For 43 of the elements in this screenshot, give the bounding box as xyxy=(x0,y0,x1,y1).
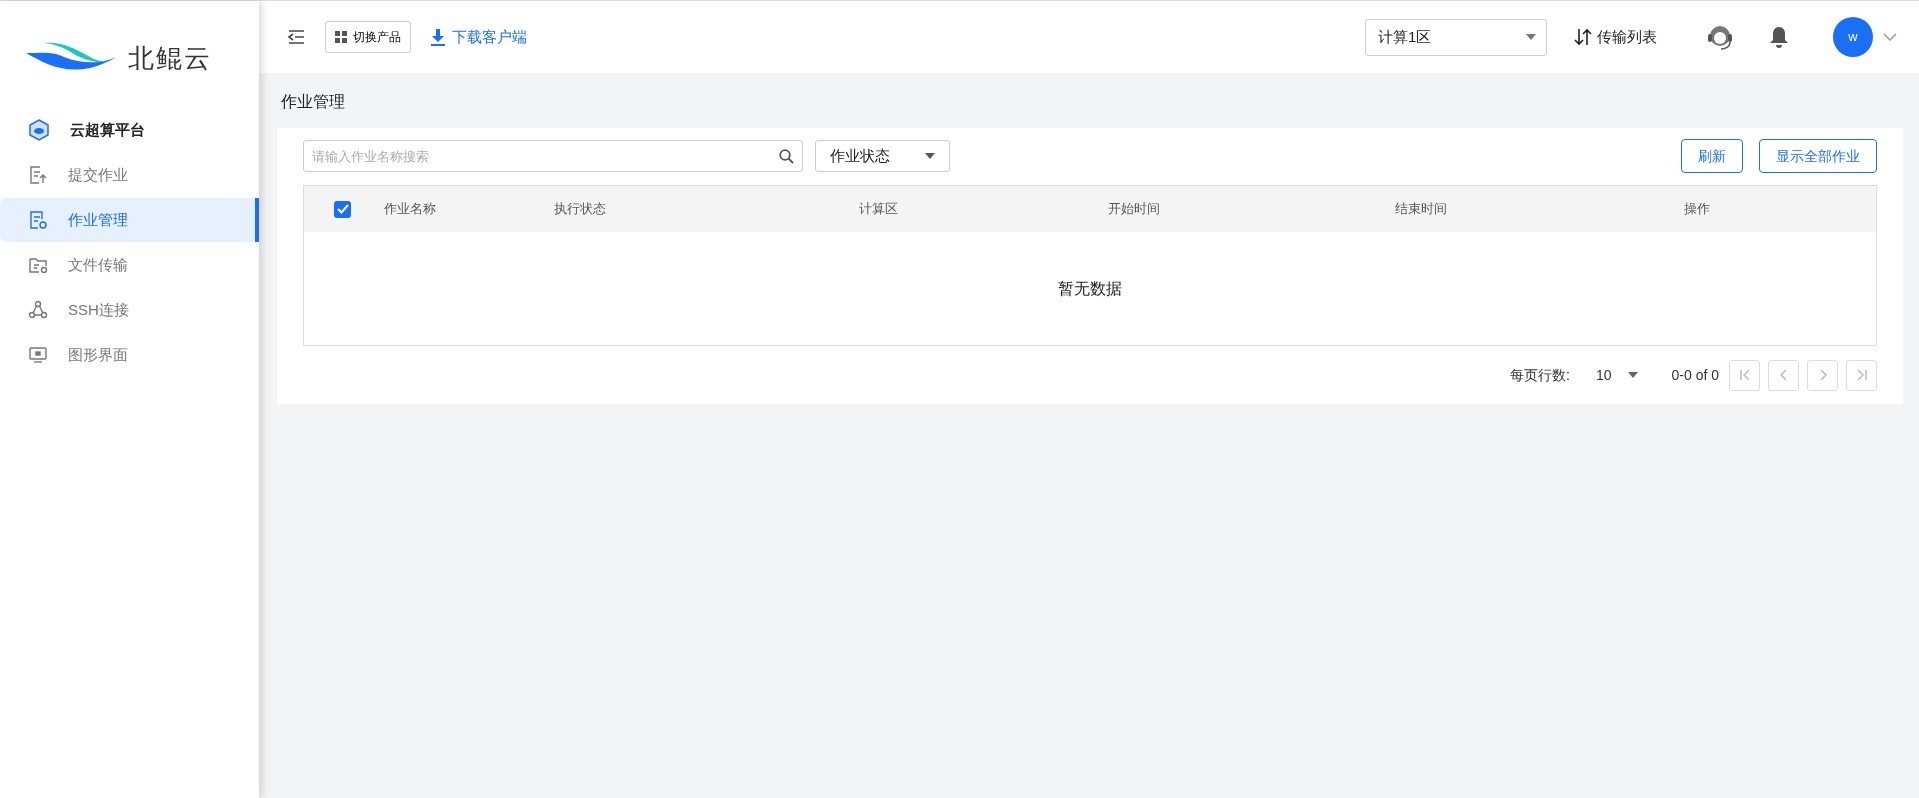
search-field[interactable]: 请输入作业名称搜索 xyxy=(303,140,803,172)
dropdown-caret-icon xyxy=(1627,372,1638,378)
page-range: 0-0 of 0 xyxy=(1671,365,1719,385)
menu-collapse-icon[interactable] xyxy=(287,29,305,45)
column-header: 开始时间 xyxy=(1108,201,1160,217)
column-header: 计算区 xyxy=(859,201,898,217)
network-nodes-icon xyxy=(28,300,48,320)
status-filter-select[interactable]: 作业状态 xyxy=(815,140,950,172)
switch-product-button[interactable]: 切换产品 xyxy=(325,21,411,53)
sidebar-item[interactable]: 提交作业 xyxy=(0,153,259,197)
rows-per-page-label: 每页行数: xyxy=(1510,365,1570,385)
column-header: 结束时间 xyxy=(1395,201,1447,217)
show-all-jobs-button[interactable]: 显示全部作业 xyxy=(1759,139,1877,173)
dropdown-caret-icon xyxy=(925,153,935,159)
document-upload-icon xyxy=(28,165,48,185)
search-icon[interactable] xyxy=(779,149,794,164)
chevron-down-icon[interactable] xyxy=(1883,33,1897,41)
user-avatar[interactable]: w xyxy=(1833,17,1873,57)
up-down-arrows-icon xyxy=(1573,28,1593,46)
sidebar-item[interactable]: SSH连接 xyxy=(0,288,259,332)
refresh-button[interactable]: 刷新 xyxy=(1681,139,1743,173)
download-client-link[interactable]: 下载客户端 xyxy=(431,25,527,49)
page-title: 作业管理 xyxy=(281,93,345,110)
monitor-icon xyxy=(28,345,48,365)
column-header: 操作 xyxy=(1684,201,1710,217)
dropdown-caret-icon xyxy=(1526,34,1536,40)
transfer-list-button[interactable]: 传输列表 xyxy=(1567,24,1663,50)
rows-per-page-select[interactable]: 10 xyxy=(1595,364,1638,386)
column-header: 执行状态 xyxy=(554,201,606,217)
folder-icon xyxy=(28,255,48,275)
brand-name: 北鲲云 xyxy=(128,41,212,75)
bell-icon[interactable] xyxy=(1769,26,1789,48)
empty-message: 暂无数据 xyxy=(1058,278,1122,299)
headset-icon[interactable] xyxy=(1707,23,1733,51)
region-select[interactable]: 计算1区 xyxy=(1365,18,1547,56)
download-icon xyxy=(431,28,445,46)
sidebar-item[interactable]: 云超算平台 xyxy=(0,108,259,152)
grid-icon xyxy=(335,31,347,43)
column-header: 作业名称 xyxy=(384,201,436,217)
sidebar-item[interactable]: 文件传输 xyxy=(0,243,259,287)
select-all-checkbox[interactable] xyxy=(334,200,351,218)
sidebar-item[interactable]: 作业管理 xyxy=(0,198,259,242)
sidebar-item[interactable]: 图形界面 xyxy=(0,333,259,377)
